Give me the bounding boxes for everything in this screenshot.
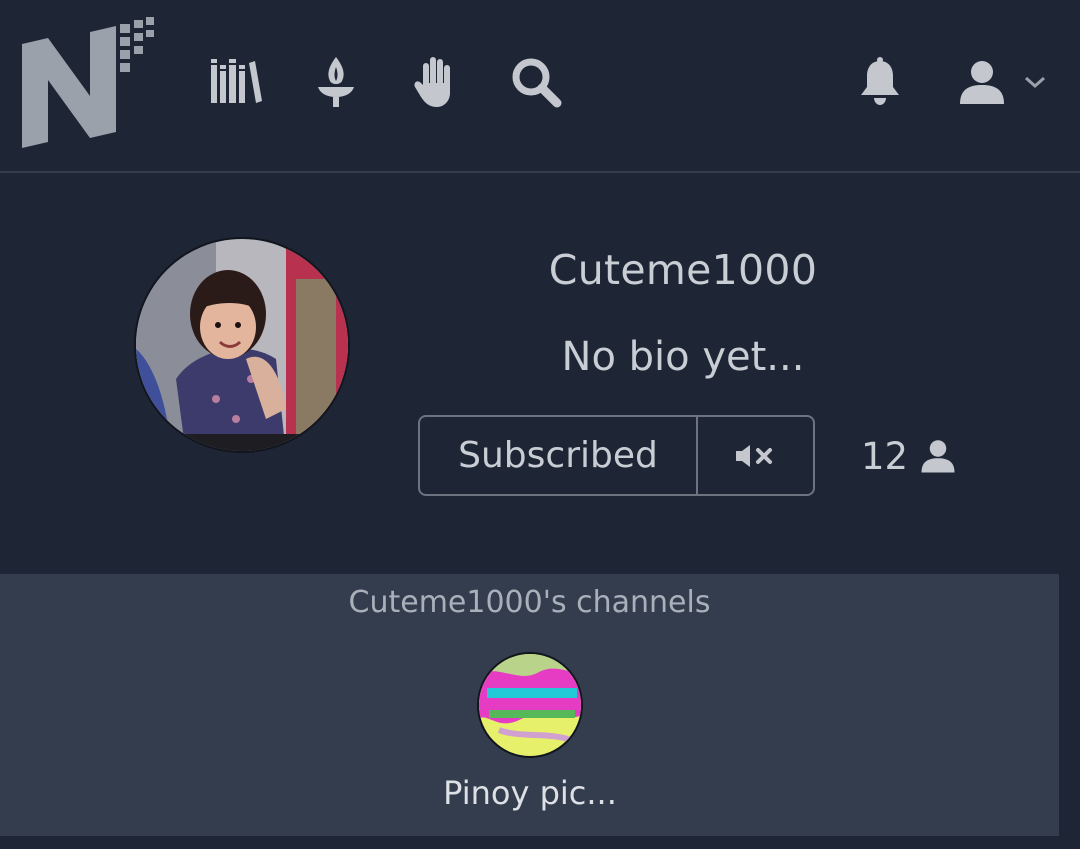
user-icon xyxy=(921,440,955,473)
subscriber-count-value: 12 xyxy=(861,434,909,478)
torch-icon[interactable] xyxy=(306,52,366,112)
user-icon[interactable] xyxy=(952,52,1012,112)
channel-thumbnail[interactable] xyxy=(477,652,583,758)
library-icon[interactable] xyxy=(206,52,266,112)
mute-button[interactable] xyxy=(698,417,813,494)
search-icon[interactable] xyxy=(506,52,566,112)
n-logo-icon[interactable] xyxy=(20,14,160,152)
hand-icon[interactable] xyxy=(405,52,465,112)
channels-title: Cuteme1000's channels xyxy=(348,585,711,620)
bell-icon[interactable] xyxy=(850,52,910,112)
avatar xyxy=(134,237,350,453)
channel-item[interactable]: Pinoy pic... xyxy=(430,652,630,812)
subscribed-button[interactable]: Subscribed xyxy=(420,417,698,494)
profile-username: Cuteme1000 xyxy=(548,246,818,294)
subscribe-button-group: Subscribed xyxy=(418,415,815,496)
mute-icon xyxy=(735,444,772,467)
top-navigation-bar xyxy=(0,0,1080,173)
profile-bio: No bio yet... xyxy=(561,334,805,380)
channel-name: Pinoy pic... xyxy=(443,774,617,812)
chevron-down-icon[interactable] xyxy=(1010,52,1060,112)
subscriber-count: 12 xyxy=(861,432,956,480)
